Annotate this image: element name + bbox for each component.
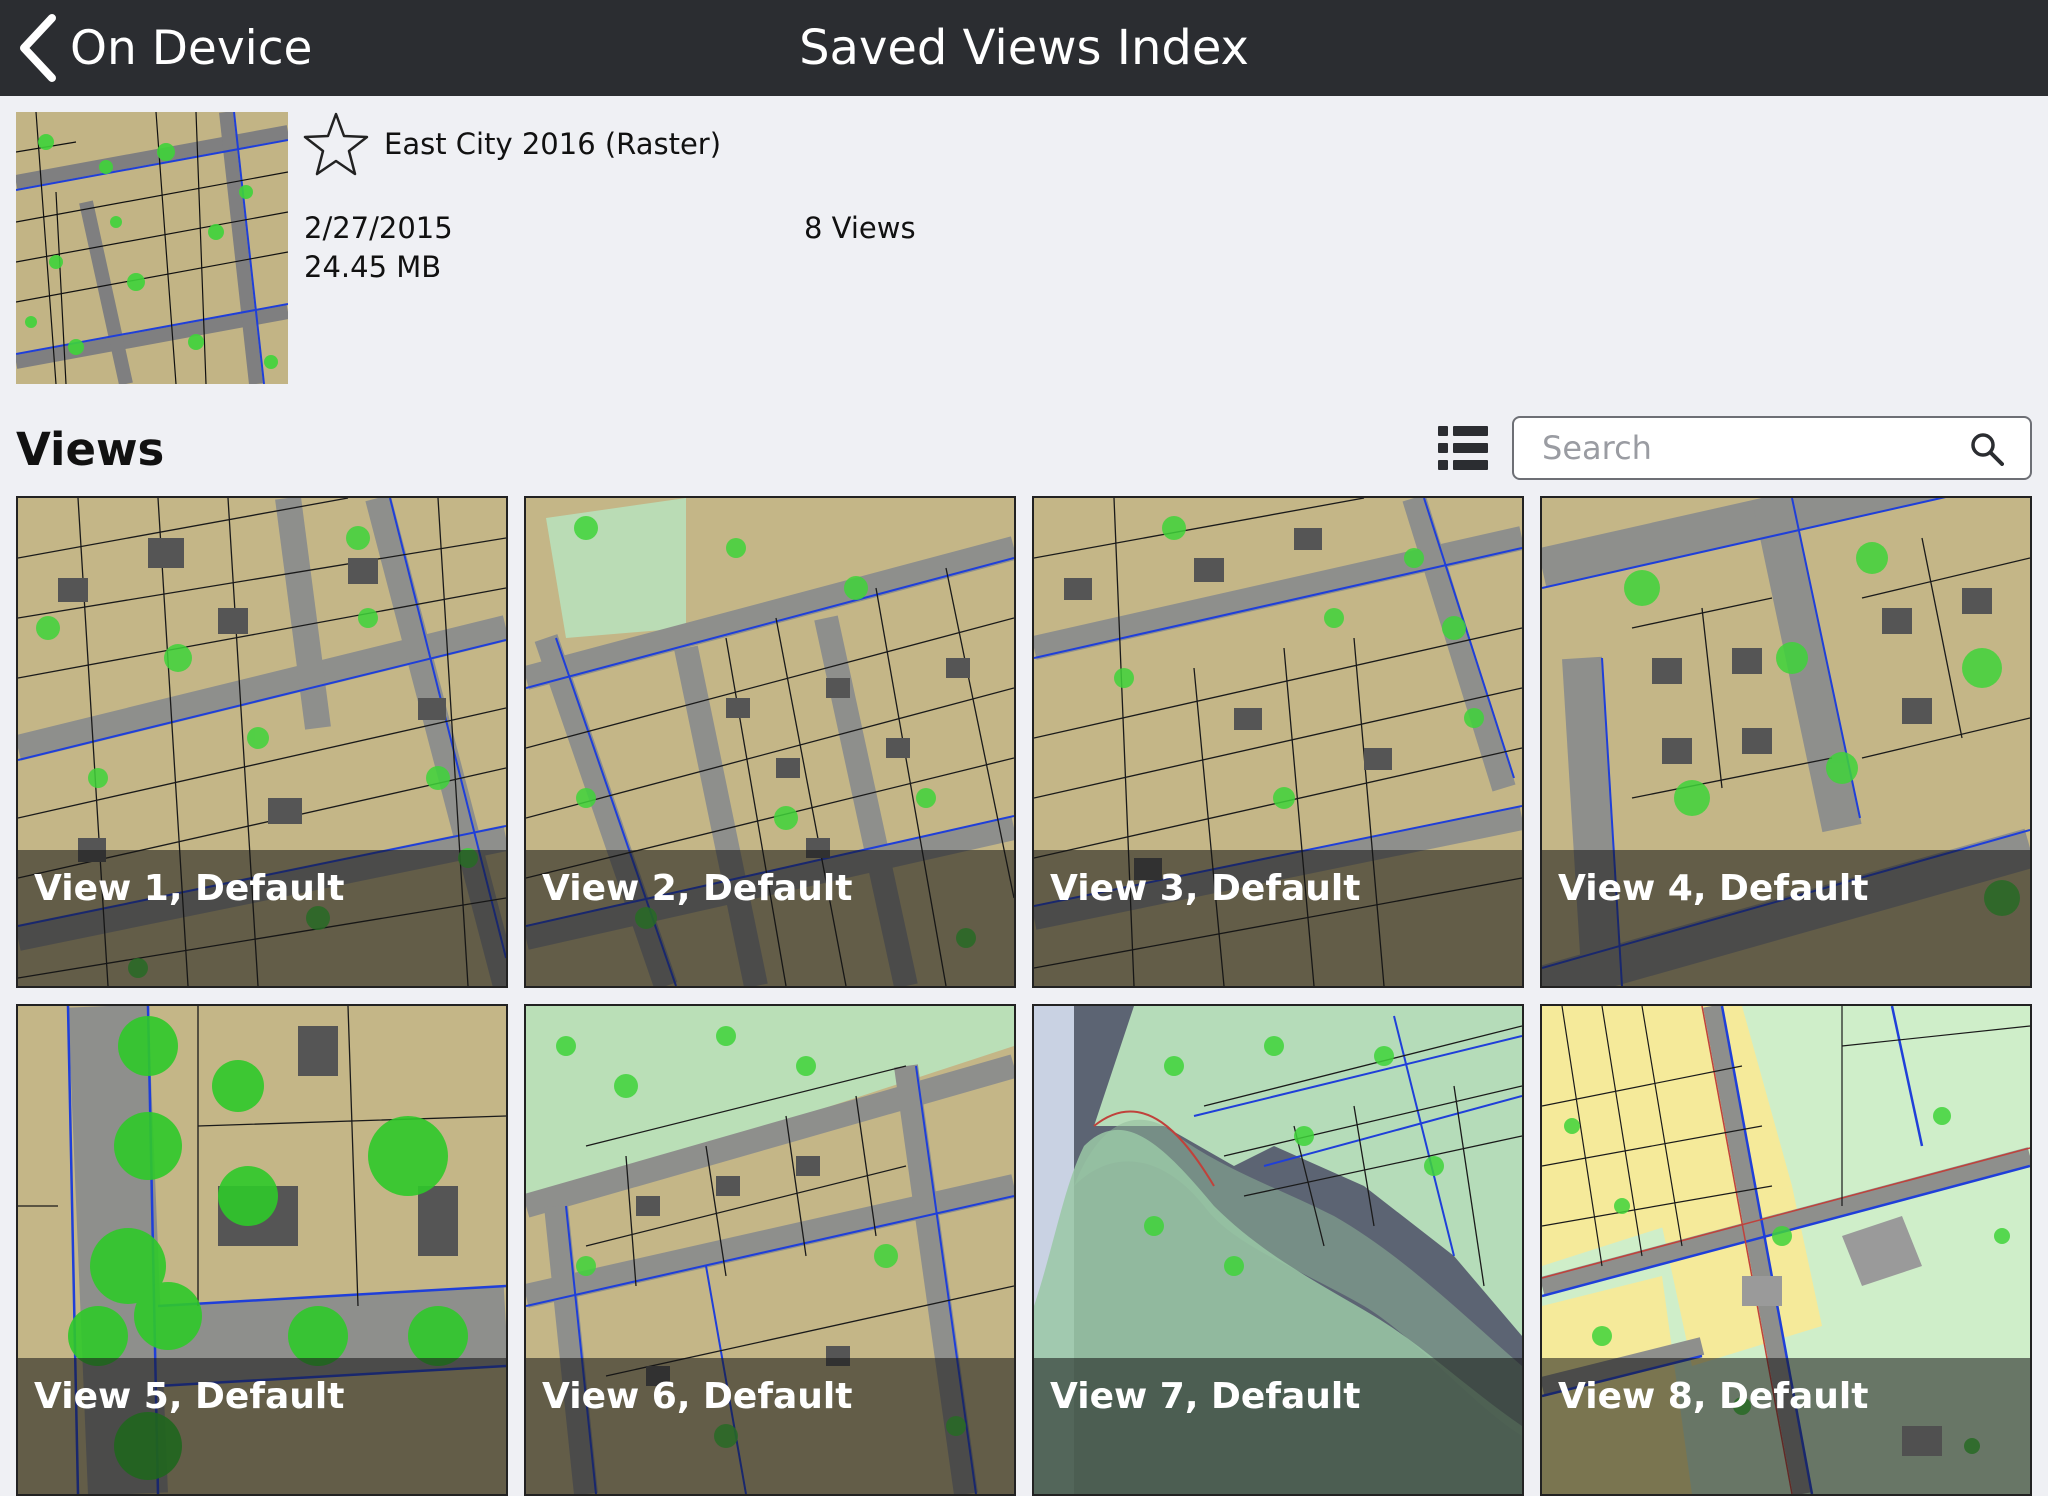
view-label: View 6, Default <box>542 1376 853 1417</box>
view-caption: View 3, Default <box>1034 850 1522 986</box>
search-input[interactable] <box>1542 426 1962 470</box>
view-tile-6[interactable]: View 6, Default <box>524 1004 1016 1496</box>
view-label: View 2, Default <box>542 868 853 909</box>
view-label: View 8, Default <box>1558 1376 1869 1417</box>
view-tile-3[interactable]: View 3, Default <box>1032 496 1524 988</box>
layer-thumbnail <box>16 112 288 384</box>
favorite-star-icon[interactable] <box>302 111 370 177</box>
view-caption: View 6, Default <box>526 1358 1014 1494</box>
search-icon[interactable] <box>1970 432 2004 466</box>
view-tile-5[interactable]: View 5, Default <box>16 1004 508 1496</box>
layer-name: East City 2016 (Raster) <box>384 127 722 161</box>
view-count: 8 Views <box>804 211 916 245</box>
layer-size: 24.45 MB <box>304 250 442 284</box>
view-tile-8[interactable]: View 8, Default <box>1540 1004 2032 1496</box>
view-label: View 4, Default <box>1558 868 1869 909</box>
view-caption: View 2, Default <box>526 850 1014 986</box>
view-caption: View 8, Default <box>1542 1358 2030 1494</box>
top-bar: On Device Saved Views Index <box>0 0 2048 96</box>
view-label: View 1, Default <box>34 868 345 909</box>
views-heading: Views <box>16 423 165 476</box>
search-box <box>1512 416 2032 480</box>
view-label: View 5, Default <box>34 1376 345 1417</box>
view-caption: View 4, Default <box>1542 850 2030 986</box>
page-title: Saved Views Index <box>799 20 1249 76</box>
view-label: View 3, Default <box>1050 868 1361 909</box>
list-view-icon[interactable] <box>1438 424 1488 472</box>
layer-date: 2/27/2015 <box>304 211 453 245</box>
view-label: View 7, Default <box>1050 1376 1361 1417</box>
view-caption: View 7, Default <box>1034 1358 1522 1494</box>
view-tile-1[interactable]: View 1, Default <box>16 496 508 988</box>
view-tile-2[interactable]: View 2, Default <box>524 496 1016 988</box>
view-tile-4[interactable]: View 4, Default <box>1540 496 2032 988</box>
view-caption: View 1, Default <box>18 850 506 986</box>
view-caption: View 5, Default <box>18 1358 506 1494</box>
view-tile-7[interactable]: View 7, Default <box>1032 1004 1524 1496</box>
